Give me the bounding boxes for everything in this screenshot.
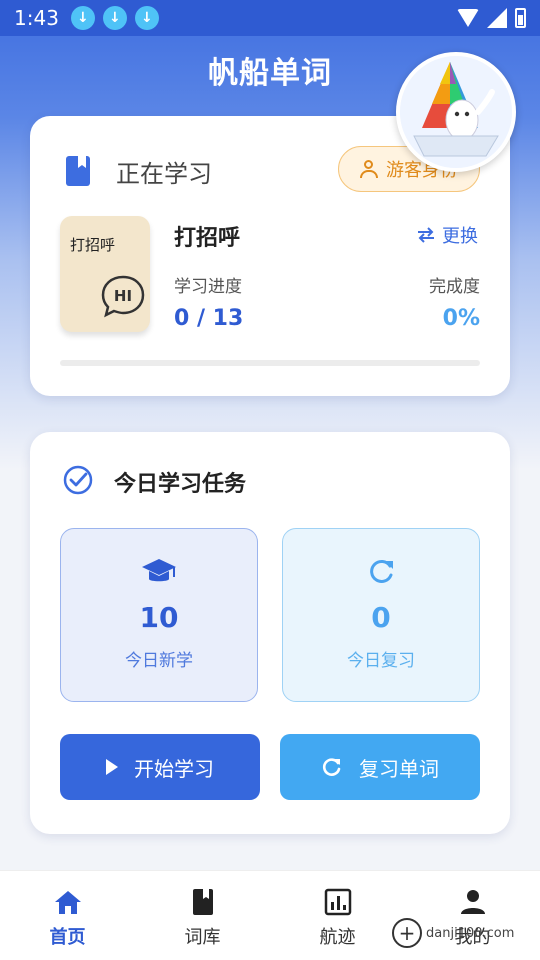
refresh-icon <box>323 758 341 776</box>
book-icon <box>192 889 213 915</box>
start-learning-button[interactable]: 开始学习 <box>60 734 260 800</box>
graduation-cap-icon <box>142 559 176 582</box>
watermark: + danji100.com <box>392 918 514 948</box>
switch-book-button[interactable]: 更换 <box>416 222 478 248</box>
book-cover[interactable]: 打招呼 HI <box>60 216 150 332</box>
switch-label: 更换 <box>442 226 478 247</box>
completion-value: 0% <box>442 306 480 331</box>
progress-value: 0 / 13 <box>174 306 244 331</box>
review-words-label: 今日复习 <box>347 651 415 671</box>
status-time: 1:43 <box>14 6 59 30</box>
wifi-icon <box>457 9 479 27</box>
nav-item-track[interactable]: 航迹 <box>270 871 405 960</box>
swap-icon <box>418 227 434 243</box>
battery-icon <box>515 8 526 28</box>
person-icon <box>460 890 485 914</box>
book-title: 打招呼 <box>174 226 241 251</box>
task-title: 今日学习任务 <box>114 472 247 497</box>
new-words-label: 今日新学 <box>125 651 193 671</box>
nav-label-home: 首页 <box>49 927 86 948</box>
progress-label: 学习进度 <box>174 277 242 297</box>
status-bar: 1:43 ↓ ↓ ↓ <box>0 0 540 36</box>
nav-item-home[interactable]: 首页 <box>0 871 135 960</box>
download-icon: ↓ <box>102 6 127 30</box>
current-label: 正在学习 <box>116 160 212 188</box>
new-words-count: 10 <box>139 601 179 634</box>
completion-label: 完成度 <box>429 277 480 297</box>
review-words-stat[interactable]: 0 今日复习 <box>282 528 480 702</box>
check-circle-icon <box>63 465 93 495</box>
new-words-stat[interactable]: 10 今日新学 <box>60 528 258 702</box>
daily-task-card: 今日学习任务 10 今日新学 0 今日复习 开始学习 复习单词 <box>30 432 510 834</box>
start-learning-label: 开始学习 <box>134 756 214 781</box>
mascot-avatar[interactable] <box>396 52 516 172</box>
home-icon <box>54 891 81 914</box>
watermark-text: danji100.com <box>426 925 515 941</box>
review-words-count: 0 <box>371 601 391 634</box>
book-cover-title: 打招呼 <box>70 236 116 254</box>
signal-icon <box>487 8 507 28</box>
download-icon: ↓ <box>134 6 159 30</box>
watermark-logo-icon: + <box>392 918 422 948</box>
hi-badge-text: HI <box>114 287 132 305</box>
nav-item-library[interactable]: 词库 <box>135 871 270 960</box>
play-icon <box>106 759 118 775</box>
book-icon <box>66 156 90 186</box>
refresh-icon <box>370 559 393 583</box>
download-icon: ↓ <box>70 6 95 30</box>
person-icon <box>360 160 378 178</box>
review-words-button[interactable]: 复习单词 <box>280 734 480 800</box>
chat-bubble-icon: HI <box>101 275 145 318</box>
progress-bar <box>60 360 480 366</box>
review-words-label: 复习单词 <box>359 756 439 781</box>
stats-icon <box>324 888 351 916</box>
nav-label-library: 词库 <box>184 927 221 948</box>
nav-label-track: 航迹 <box>319 927 356 948</box>
